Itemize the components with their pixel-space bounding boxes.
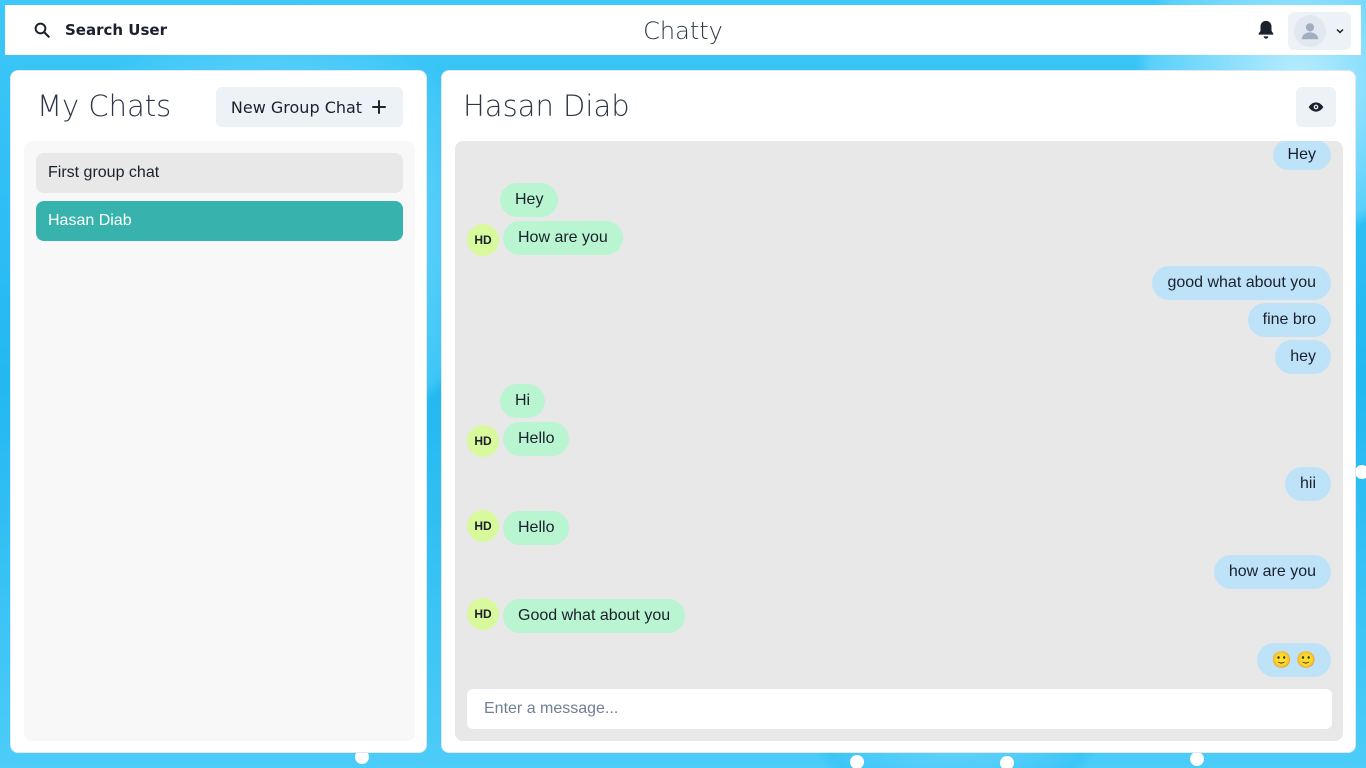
- chat-window: Hasan Diab Hey Hey HD How are you good w…: [441, 70, 1356, 753]
- message-sent: hii: [1284, 467, 1331, 501]
- message-sent: how are you: [1213, 555, 1331, 589]
- chat-item-hasan-diab[interactable]: Hasan Diab: [36, 201, 403, 241]
- avatar-initials: HD: [474, 519, 492, 533]
- message-sent: Hey: [1272, 141, 1331, 170]
- avatar-initials: HD: [474, 233, 492, 247]
- new-group-chat-button[interactable]: New Group Chat: [216, 87, 403, 127]
- sender-avatar: HD: [467, 598, 499, 630]
- message-received: Hello: [503, 422, 570, 456]
- message-text: Hello: [518, 519, 555, 536]
- background-bubble: [1355, 465, 1366, 479]
- my-chats-title: My Chats: [37, 89, 172, 123]
- app-title: Chatty: [643, 17, 723, 45]
- message-text: 🙂 🙂: [1271, 652, 1316, 669]
- message-received: How are you: [503, 221, 623, 255]
- search-user-button[interactable]: Search User: [21, 14, 179, 46]
- message-text: fine bro: [1262, 311, 1316, 328]
- top-navigation-bar: Search User Chatty: [5, 5, 1361, 55]
- message-text: Good what about you: [518, 607, 671, 624]
- message-received: Hi: [500, 384, 546, 418]
- message-text: good what about you: [1167, 274, 1316, 291]
- chat-list: First group chat Hasan Diab: [24, 141, 415, 741]
- chat-item-label: Hasan Diab: [48, 212, 132, 229]
- message-text: Hi: [515, 392, 531, 409]
- view-profile-button[interactable]: [1296, 87, 1336, 127]
- message-sent: fine bro: [1247, 303, 1331, 337]
- message-text: Hey: [1287, 146, 1316, 163]
- background-bubble: [1000, 756, 1014, 768]
- eye-icon: [1308, 102, 1324, 112]
- search-icon: [34, 22, 50, 38]
- message-text: hii: [1299, 475, 1316, 492]
- message-received: Good what about you: [503, 599, 686, 633]
- plus-icon: [372, 100, 386, 114]
- my-chats-panel: My Chats New Group Chat First group chat…: [10, 70, 427, 753]
- avatar: [1294, 15, 1326, 47]
- sender-avatar: HD: [467, 510, 499, 542]
- message-text: Hello: [518, 430, 555, 447]
- chat-item-label: First group chat: [48, 164, 160, 181]
- message-sent: hey: [1275, 340, 1331, 374]
- messages-area: Hey Hey HD How are you good what about y…: [455, 141, 1343, 741]
- user-avatar-icon: [1301, 23, 1319, 40]
- message-text: Hey: [515, 191, 544, 208]
- chat-title: Hasan Diab: [463, 89, 630, 123]
- avatar-initials: HD: [474, 607, 492, 621]
- chevron-down-icon: [1336, 28, 1344, 34]
- message-text: hey: [1290, 348, 1316, 365]
- profile-menu-button[interactable]: [1288, 12, 1351, 50]
- background-bubble: [1190, 752, 1204, 766]
- sender-avatar: HD: [467, 425, 499, 457]
- search-user-label: Search User: [65, 21, 167, 39]
- message-input[interactable]: [467, 689, 1332, 729]
- message-received: Hello: [503, 511, 570, 545]
- background-bubble: [850, 755, 864, 768]
- message-text: How are you: [518, 229, 608, 246]
- avatar-initials: HD: [474, 434, 492, 448]
- message-sent: 🙂 🙂: [1256, 643, 1331, 677]
- sender-avatar: HD: [467, 224, 499, 256]
- chat-item-first-group-chat[interactable]: First group chat: [36, 153, 403, 193]
- message-sent: good what about you: [1152, 266, 1331, 300]
- message-received: Hey: [500, 183, 559, 217]
- message-text: how are you: [1228, 563, 1316, 580]
- new-group-chat-label: New Group Chat: [230, 97, 363, 117]
- bell-icon[interactable]: [1255, 19, 1277, 41]
